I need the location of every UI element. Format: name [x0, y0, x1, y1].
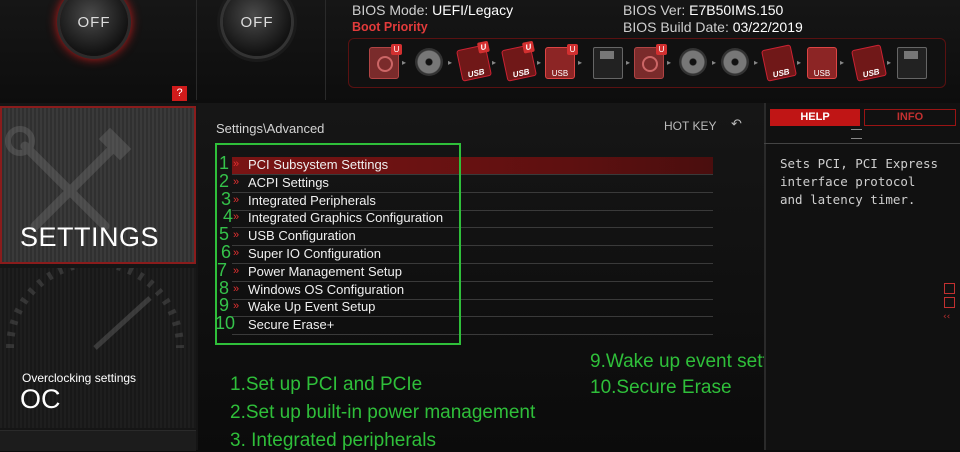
arrow-right-icon: ▸ — [626, 58, 631, 67]
boot-device-fdd-icon[interactable] — [897, 47, 927, 79]
arrow-right-icon: ▸ — [448, 58, 453, 67]
game-boost-state: OFF — [77, 13, 111, 31]
usb-text: USB — [466, 67, 486, 80]
uefi-badge: U — [656, 44, 667, 55]
annotation-number: 7 — [217, 259, 228, 280]
uefi-badge: U — [521, 40, 535, 54]
arrow-right-icon: ▸ — [667, 58, 672, 67]
annotation-3: 3. Integrated peripherals — [230, 430, 436, 451]
bios-build-value: 03/22/2019 — [732, 19, 803, 35]
breadcrumb: Settings\Advanced — [216, 121, 325, 136]
annotation-number: 5 — [219, 224, 230, 245]
boot-device-usb-icon[interactable]: USB U — [501, 40, 537, 82]
annotation-number: 4 — [223, 206, 234, 227]
arrow-right-icon: ▸ — [578, 58, 583, 67]
arrow-right-icon: ▸ — [537, 58, 542, 67]
arrow-right-icon: ▸ — [797, 58, 802, 67]
boot-device-hdd-icon[interactable]: U — [634, 44, 667, 79]
uefi-badge: U — [567, 44, 578, 55]
annotation-number: 10 — [215, 313, 236, 334]
annotation-number: 3 — [221, 188, 232, 209]
arrow-right-icon: ▸ — [402, 58, 407, 67]
back-icon[interactable]: ↶ — [731, 117, 742, 132]
bios-ver-value: E7B50IMS.150 — [689, 2, 784, 18]
hot-key-button[interactable]: HOT KEY — [664, 119, 716, 133]
annotation-box — [215, 143, 461, 345]
help-question-icon[interactable]: ? — [172, 86, 187, 101]
side-arrows-icon[interactable]: ‹‹ — [943, 312, 950, 322]
boot-device-disc-icon[interactable] — [679, 48, 707, 76]
side-marker-icon — [944, 283, 955, 294]
side-marker-icon — [944, 297, 955, 308]
boot-device-disc-icon[interactable] — [721, 48, 749, 76]
uefi-badge: U — [476, 40, 490, 54]
oc-label: OC — [20, 384, 61, 414]
boot-device-disc-icon[interactable] — [415, 48, 443, 76]
settings-label: SETTINGS — [20, 222, 160, 252]
bios-build-info: BIOS Build Date: 03/22/2019 — [623, 19, 803, 35]
oc-subtitle: Overclocking settings — [22, 371, 137, 385]
bios-mode-value: UEFI/ — [432, 2, 468, 18]
xmp-state: OFF — [240, 13, 274, 31]
boot-device-usb-icon[interactable]: USB — [851, 44, 887, 82]
arrow-right-icon: ▸ — [887, 58, 892, 67]
boot-device-usb2-icon[interactable]: USB — [807, 47, 837, 79]
uefi-badge: U — [391, 44, 402, 55]
annotation-number: 6 — [221, 242, 232, 262]
divider — [764, 143, 960, 144]
bios-ver-info: BIOS Ver: E7B50IMS.150 — [623, 2, 783, 18]
bios-ver-label: BIOS Ver: — [623, 2, 686, 18]
arrow-right-icon: ▸ — [712, 58, 717, 67]
help-text: Sets PCI, PCI Express interface protocol… — [780, 156, 939, 207]
boot-device-usb-icon[interactable]: USB U — [456, 40, 492, 82]
usb-text: USB — [551, 69, 569, 78]
boot-device-fdd-icon[interactable] — [593, 47, 623, 79]
boot-device-usb2-icon[interactable]: USB U — [545, 44, 578, 79]
bios-mode-label: BIOS Mode: — [352, 2, 429, 18]
usb-text: USB — [813, 69, 831, 78]
usb-text: USB — [771, 67, 791, 80]
arrow-right-icon: ▸ — [754, 58, 759, 67]
usb-text: USB — [511, 67, 531, 80]
bios-build-label: BIOS Build Date: — [623, 19, 729, 35]
boot-priority-bar[interactable]: U ▸ ▸ USB U ▸ USB U ▸ USB U ▸ ▸ U ▸ ▸ ▸ USB ▸ USB ▸ USB ▸ — [348, 38, 946, 88]
boot-priority-label: Boot Priority — [352, 20, 428, 34]
next-nav-tile[interactable] — [0, 430, 196, 451]
tab-help[interactable]: HELP — [770, 109, 860, 126]
arrow-right-icon: ▸ — [840, 58, 845, 67]
annotation-number: 2 — [219, 170, 230, 191]
arrow-right-icon: ▸ — [492, 58, 497, 67]
boot-device-usb-icon[interactable]: USB — [761, 44, 797, 82]
annotation-2: 2.Set up built-in power management — [230, 402, 536, 423]
annotation-10: 10.Secure Erase — [590, 377, 732, 398]
boot-device-hdd-icon[interactable]: U — [369, 44, 402, 79]
tab-info[interactable]: INFO — [864, 109, 956, 126]
bios-mode-value-legacy: Legacy — [467, 2, 514, 18]
annotation-number: 8 — [219, 277, 230, 298]
annotation-1: 1.Set up PCI and PCIe — [230, 374, 423, 395]
annotation-number: 1 — [219, 153, 230, 173]
scroll-grip-icon[interactable] — [851, 129, 862, 139]
bios-mode-info: BIOS Mode: UEFI/Legacy — [352, 2, 513, 18]
annotation-number: 9 — [219, 295, 230, 316]
usb-text: USB — [861, 67, 881, 80]
